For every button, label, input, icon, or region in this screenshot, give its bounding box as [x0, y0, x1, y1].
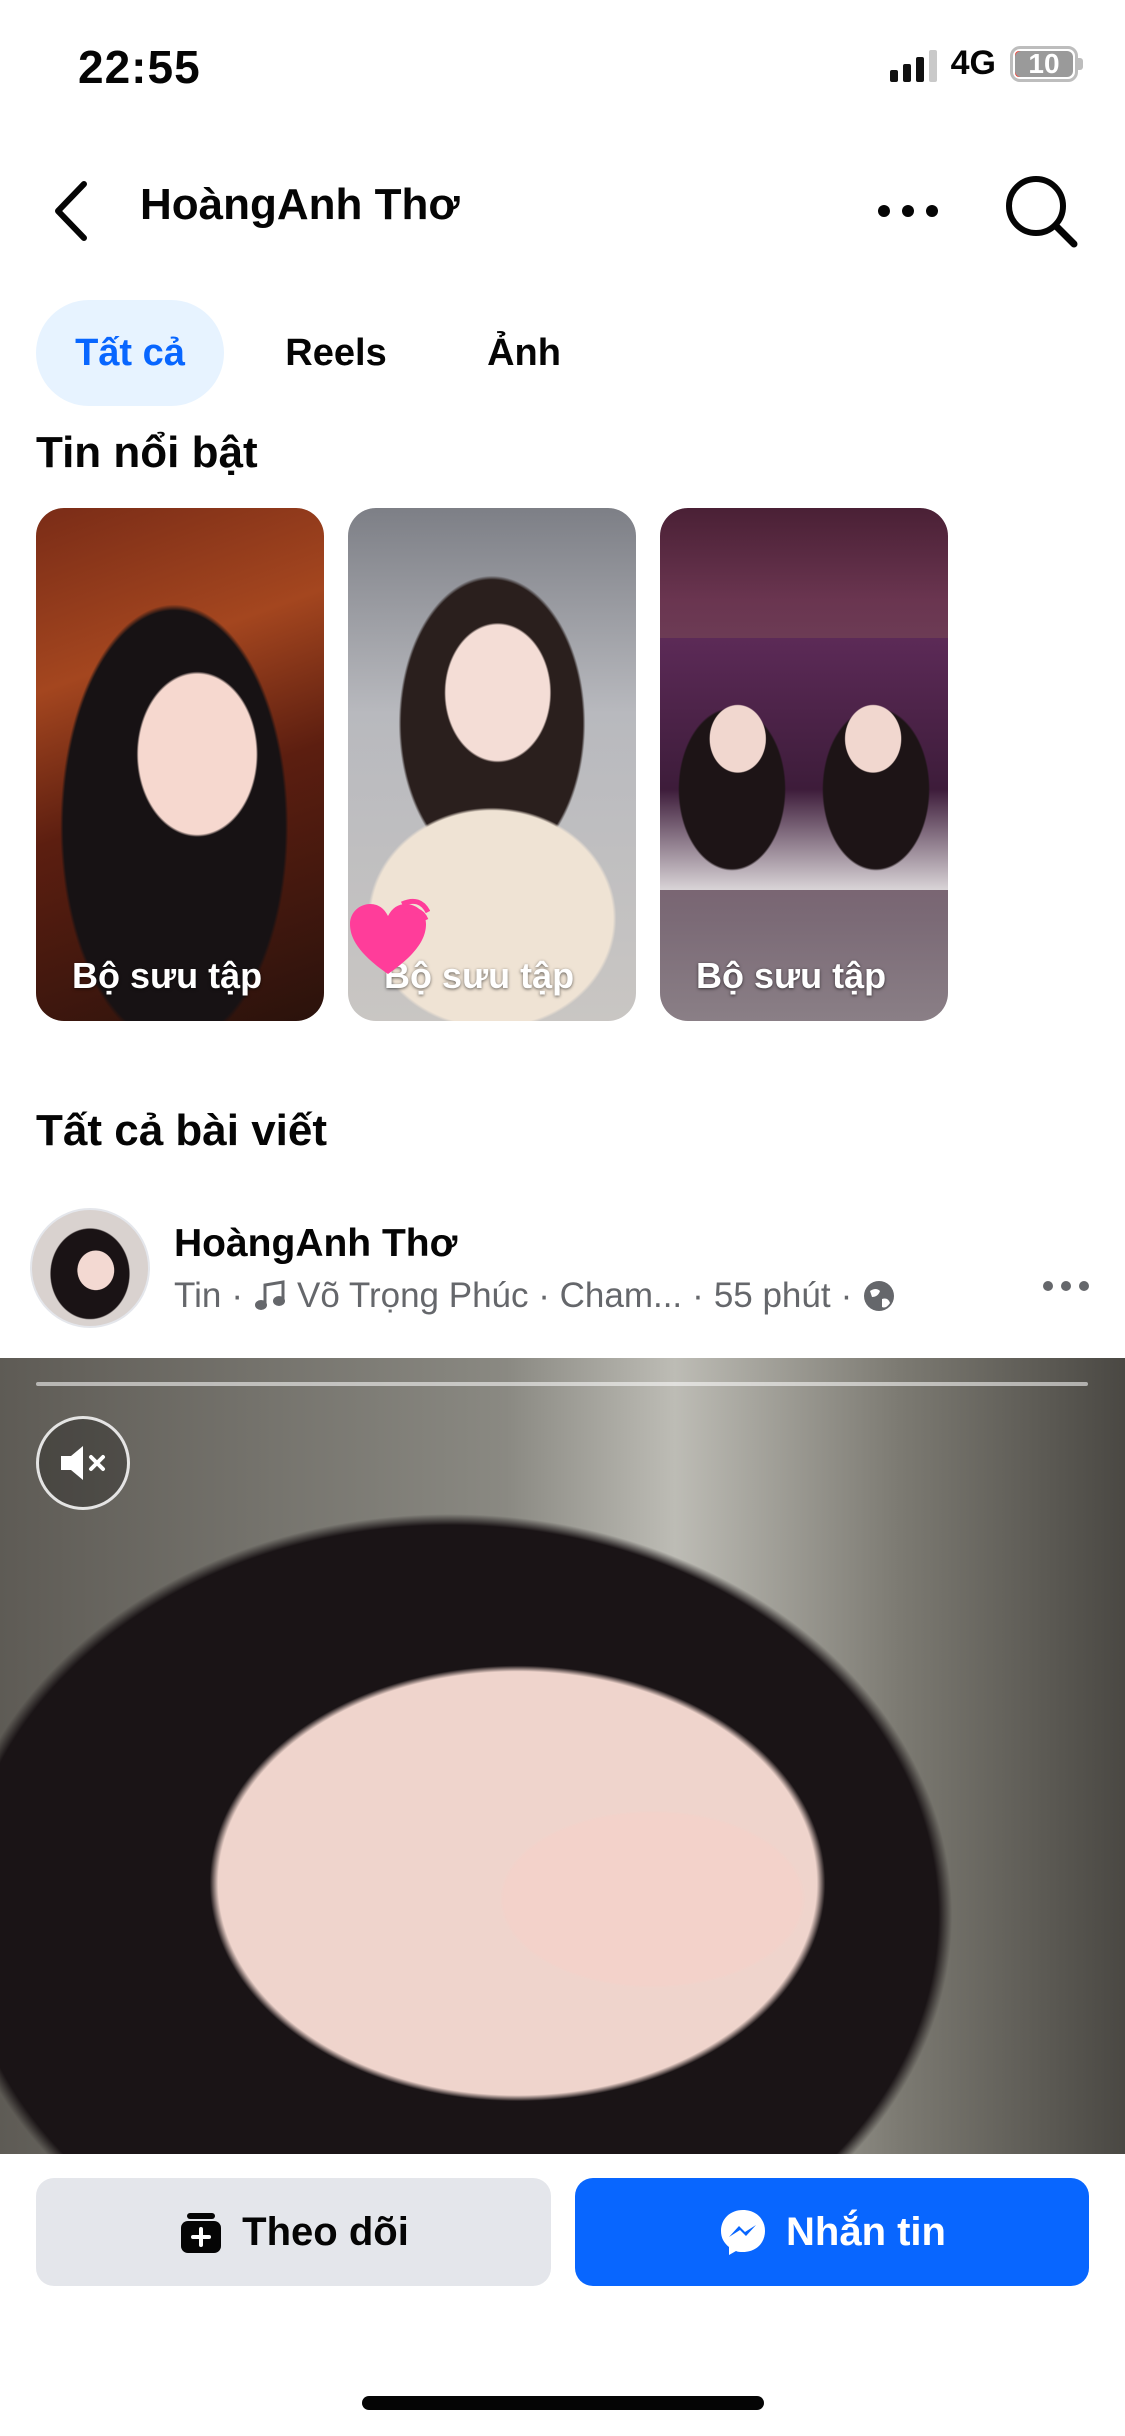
- highlight-label: Bộ sưu tập: [72, 955, 263, 996]
- battery-icon: 10: [1010, 45, 1083, 82]
- highlight-card[interactable]: Bộ sưu tập: [36, 508, 324, 1021]
- tab-reels[interactable]: Reels: [262, 300, 410, 406]
- post-more-button[interactable]: [1040, 1274, 1092, 1298]
- page-title: HoàngAnh Thơ: [140, 180, 460, 229]
- tab-all[interactable]: Tất cả: [36, 300, 224, 406]
- highlight-photo: [660, 638, 948, 890]
- status-time: 22:55: [78, 41, 201, 93]
- battery-level: 10: [1015, 49, 1073, 77]
- status-indicators: 4G 10: [889, 44, 1083, 83]
- message-label: Nhắn tin: [786, 2209, 946, 2254]
- follow-label: Theo dõi: [242, 2209, 409, 2254]
- post-time: 55 phút: [713, 1276, 831, 1315]
- posts-section-title: Tất cả bài viết: [36, 1106, 328, 1155]
- chevron-left-icon: [55, 181, 87, 241]
- tab-photos[interactable]: Ảnh: [462, 300, 586, 406]
- highlight-label: Bộ sưu tập: [696, 955, 887, 996]
- music-note-icon: [254, 1280, 285, 1310]
- signal-icon: [889, 46, 937, 82]
- post-author[interactable]: HoàngAnh Thơ: [174, 1222, 457, 1266]
- post-music[interactable]: Võ Trọng Phúc · Cham...: [297, 1276, 682, 1316]
- more-options-button[interactable]: [872, 186, 944, 236]
- globe-icon: [864, 1281, 895, 1311]
- post-type: Tin: [174, 1276, 222, 1315]
- highlight-card[interactable]: Bộ sưu tập: [660, 508, 948, 1021]
- mute-button[interactable]: [36, 1416, 130, 1510]
- search-icon: [1006, 176, 1078, 248]
- network-type: 4G: [950, 44, 996, 82]
- more-dots-icon: [1043, 1281, 1089, 1291]
- follow-button[interactable]: Theo dõi: [36, 2178, 551, 2286]
- story-progress-bar: [36, 1382, 1088, 1386]
- highlights-title: Tin nổi bật: [36, 428, 258, 477]
- heart-sticker-icon: [350, 898, 430, 974]
- message-button[interactable]: Nhắn tin: [575, 2178, 1089, 2286]
- messenger-icon: [721, 2210, 765, 2255]
- speaker-muted-icon: [61, 1446, 105, 1480]
- back-button[interactable]: [48, 178, 98, 244]
- home-indicator[interactable]: [362, 2396, 764, 2410]
- more-dots-icon: [878, 205, 938, 217]
- follow-icon: [181, 2213, 222, 2253]
- search-button[interactable]: [1002, 172, 1082, 252]
- avatar[interactable]: [30, 1208, 150, 1328]
- post-meta: Tin · Võ Trọng Phúc · Cham... · 55 phút …: [174, 1276, 896, 1316]
- story-video[interactable]: [0, 1358, 1125, 2154]
